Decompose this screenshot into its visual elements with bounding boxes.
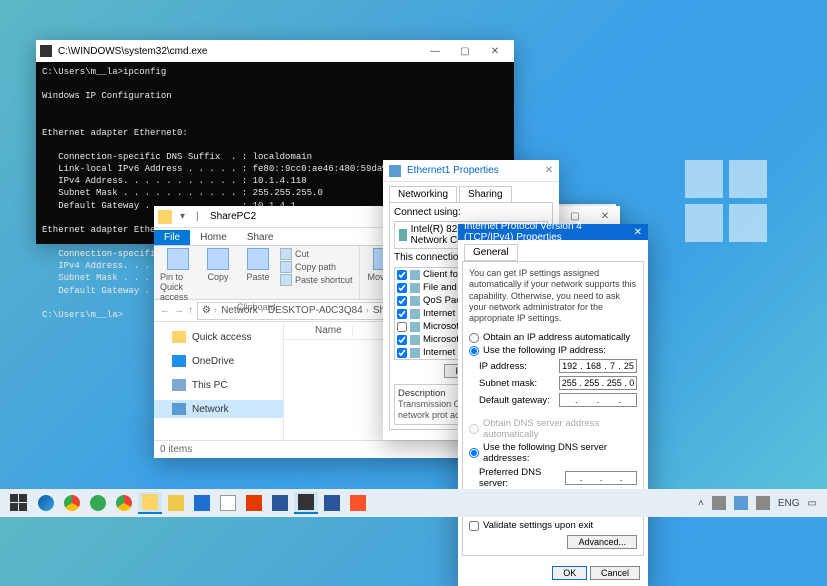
tray-sync-icon[interactable]: [712, 496, 726, 510]
close-button[interactable]: ✕: [634, 227, 642, 238]
ok-button[interactable]: OK: [552, 566, 587, 580]
radio-dns-manual[interactable]: Use the following DNS server addresses:: [469, 442, 637, 464]
cut-button[interactable]: Cut: [280, 248, 353, 260]
taskbar-edge-dev-icon[interactable]: [86, 492, 110, 514]
preferred-dns-label: Preferred DNS server:: [479, 467, 565, 489]
taskbar-terminal-icon[interactable]: [320, 492, 344, 514]
breadcrumb-network-icon: ⚙: [202, 305, 217, 316]
forward-button[interactable]: →: [174, 305, 184, 316]
radio-ip-manual[interactable]: Use the following IP address:: [469, 345, 637, 356]
breadcrumb-host[interactable]: DESKTOP-A0C3Q84: [268, 305, 369, 316]
close-button[interactable]: ✕: [480, 46, 510, 57]
tray-volume-icon[interactable]: [756, 496, 770, 510]
explorer-title: SharePC2: [210, 211, 256, 222]
tray-network-icon[interactable]: [734, 496, 748, 510]
minimize-button[interactable]: —: [420, 46, 450, 57]
ipv4-note: You can get IP settings assigned automat…: [469, 268, 637, 324]
tab-share[interactable]: Share: [237, 230, 284, 245]
ethernet-title: Ethernet1 Properties: [407, 165, 499, 176]
nav-this-pc[interactable]: This PC: [154, 376, 283, 394]
nav-network[interactable]: Network: [154, 400, 283, 418]
taskbar-explorer-icon[interactable]: [138, 492, 162, 514]
ipv4-titlebar[interactable]: Internet Protocol Version 4 (TCP/IPv4) P…: [458, 224, 648, 240]
cmd-titlebar[interactable]: C:\WINDOWS\system32\cmd.exe — ▢ ✕: [36, 40, 514, 62]
preferred-dns-input[interactable]: ...: [565, 471, 637, 485]
advanced-button[interactable]: Advanced...: [567, 535, 637, 549]
network-icon: [389, 165, 401, 177]
item-count: 0 items: [160, 444, 192, 455]
default-gateway-input[interactable]: ...: [559, 393, 637, 407]
taskbar-edge-icon[interactable]: [34, 492, 58, 514]
taskbar-word-icon[interactable]: [268, 492, 292, 514]
qat-save-icon[interactable]: ▾: [180, 211, 194, 222]
paste-shortcut-button[interactable]: Paste shortcut: [280, 274, 353, 286]
navigation-pane: Quick access OneDrive This PC Network: [154, 322, 284, 440]
pin-quick-access-button[interactable]: Pin to Quick access: [160, 248, 196, 302]
folder-icon: [158, 210, 172, 224]
tray-notifications-icon[interactable]: ▭: [808, 498, 817, 509]
start-button[interactable]: [10, 494, 28, 512]
ipv4-properties-dialog: Internet Protocol Version 4 (TCP/IPv4) P…: [458, 224, 648, 586]
taskbar-mail-icon[interactable]: [190, 492, 214, 514]
nav-quick-access[interactable]: Quick access: [154, 328, 283, 346]
tab-networking[interactable]: Networking: [389, 186, 457, 202]
cancel-button[interactable]: Cancel: [590, 566, 640, 580]
tab-file[interactable]: File: [154, 230, 190, 245]
taskbar-cmd-icon[interactable]: [294, 492, 318, 514]
tray-language[interactable]: ENG: [778, 498, 800, 509]
tab-sharing[interactable]: Sharing: [459, 186, 511, 202]
nav-onedrive[interactable]: OneDrive: [154, 352, 283, 370]
tray-chevron-icon[interactable]: ˄: [698, 498, 704, 509]
ip-address-label: IP address:: [479, 361, 527, 372]
radio-ip-auto[interactable]: Obtain an IP address automatically: [469, 332, 637, 343]
tab-home[interactable]: Home: [190, 230, 237, 245]
column-name[interactable]: Name: [305, 325, 353, 336]
cmd-icon: [40, 45, 52, 57]
taskbar-chrome-icon[interactable]: [60, 492, 84, 514]
taskbar-office-icon[interactable]: [242, 492, 266, 514]
subnet-mask-input[interactable]: 255.255.255.0: [559, 376, 637, 390]
validate-checkbox[interactable]: Validate settings upon exit: [469, 520, 637, 531]
ipv4-title: Internet Protocol Version 4 (TCP/IPv4) P…: [464, 221, 634, 243]
taskbar-store-icon[interactable]: [216, 492, 240, 514]
taskbar-brave-icon[interactable]: [346, 492, 370, 514]
taskbar-files-icon[interactable]: [164, 492, 188, 514]
up-button[interactable]: ↑: [188, 305, 193, 316]
paste-button[interactable]: Paste: [240, 248, 276, 302]
ip-address-input[interactable]: 192.168.7.25: [559, 359, 637, 373]
copy-path-button[interactable]: Copy path: [280, 261, 353, 273]
maximize-button[interactable]: ▢: [450, 46, 480, 57]
taskbar: ˄ ENG ▭: [0, 489, 827, 517]
tab-general[interactable]: General: [464, 244, 518, 261]
taskbar-app-icon[interactable]: [112, 492, 136, 514]
radio-dns-auto: Obtain DNS server address automatically: [469, 418, 637, 440]
ethernet-titlebar[interactable]: Ethernet1 Properties ✕: [383, 160, 559, 182]
copy-button[interactable]: Copy: [200, 248, 236, 302]
subnet-mask-label: Subnet mask:: [479, 378, 537, 389]
back-button[interactable]: ←: [160, 305, 170, 316]
system-tray: ˄ ENG ▭: [698, 496, 823, 510]
connect-using-label: Connect using:: [394, 207, 548, 218]
wallpaper-windows-logo: [685, 160, 767, 242]
breadcrumb-root[interactable]: Network: [221, 305, 264, 316]
close-button[interactable]: ✕: [545, 165, 553, 176]
default-gateway-label: Default gateway:: [479, 395, 550, 406]
adapter-icon: [399, 229, 407, 241]
cmd-title-text: C:\WINDOWS\system32\cmd.exe: [58, 46, 207, 57]
